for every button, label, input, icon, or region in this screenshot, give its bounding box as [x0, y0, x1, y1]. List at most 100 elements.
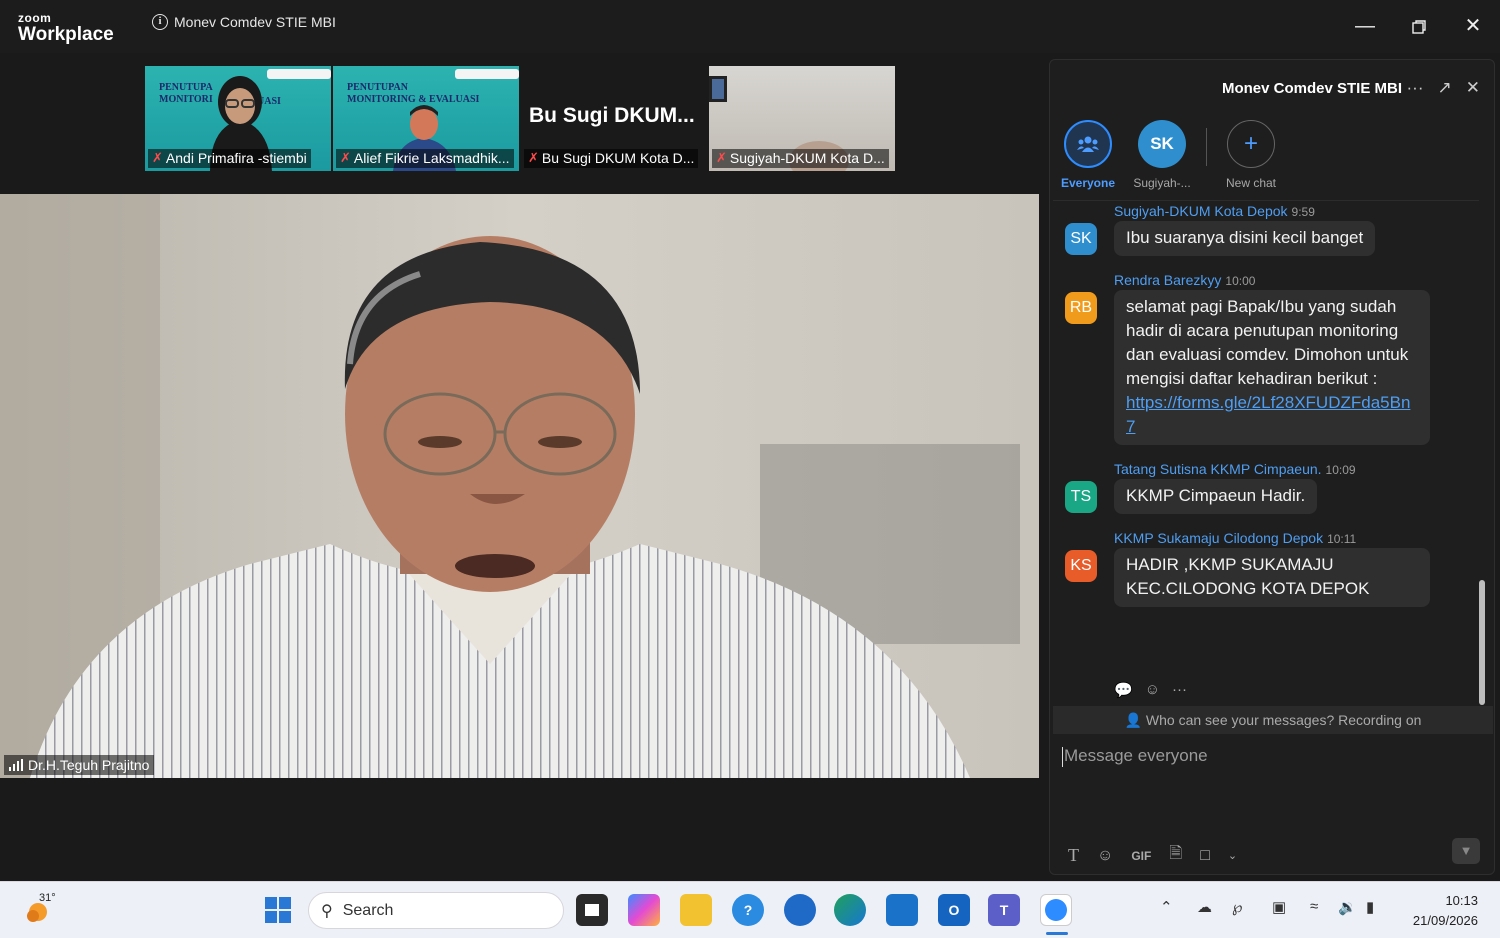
restore-icon[interactable]: [1405, 14, 1433, 40]
video-thumbnail[interactable]: Bu Sugi DKUM... ✗ Bu Sugi DKUM Kota D...: [521, 66, 707, 171]
meeting-title: Monev Comdev STIE MBI: [174, 14, 336, 30]
outlook-icon[interactable]: O: [938, 894, 970, 926]
recipient-sugiyah[interactable]: SK Sugiyah-...: [1132, 120, 1192, 190]
form-link[interactable]: https://forms.gle/2Lf28XFUDZFda5Bn7: [1126, 393, 1410, 436]
video-thumbnail[interactable]: PENUTUPA MONITORI UASI ✗ Andi Primafira -…: [145, 66, 331, 171]
battery-icon[interactable]: ▮: [1366, 898, 1374, 916]
speaker-video-frame: [0, 194, 1039, 778]
file-explorer-icon[interactable]: [680, 894, 712, 926]
message-input[interactable]: Message everyone: [1062, 746, 1208, 767]
file-icon[interactable]: 🗎: [1169, 842, 1182, 869]
avatar: SK: [1138, 120, 1186, 168]
message-time: 9:59: [1291, 205, 1315, 219]
people-icon: [1064, 120, 1112, 168]
message-actions: 💬 ☺ ···: [1114, 681, 1187, 699]
edge-icon[interactable]: [834, 894, 866, 926]
beta-app-icon[interactable]: [784, 894, 816, 926]
screenshot-icon[interactable]: □: [1200, 847, 1210, 865]
active-indicator: [1046, 932, 1068, 935]
chat-scrollbar[interactable]: [1478, 200, 1486, 705]
chevron-up-icon[interactable]: ⌃: [1160, 898, 1173, 916]
recipient-everyone[interactable]: Everyone: [1058, 120, 1118, 190]
weather-icon[interactable]: 31°: [22, 892, 56, 926]
close-icon[interactable]: ✕: [1459, 14, 1487, 40]
message-header: Rendra Barezkyy 10:00: [1114, 270, 1479, 288]
thumbnail-strip: PENUTUPA MONITORI UASI ✗ Andi Primafira -…: [145, 66, 895, 171]
volume-icon[interactable]: 🔉: [1338, 898, 1357, 916]
mic-muted-icon: ✗: [152, 150, 163, 165]
privacy-notice[interactable]: 👤 Who can see your messages? Recording o…: [1053, 706, 1493, 734]
message-bubble: HADIR ,KKMP SUKAMAJU KEC.CILODONG KOTA D…: [1114, 548, 1430, 607]
store-icon[interactable]: [886, 894, 918, 926]
copilot-icon[interactable]: [628, 894, 660, 926]
message-time: 10:11: [1327, 532, 1357, 546]
more-options-icon[interactable]: ···: [1407, 78, 1424, 98]
taskbar: 31° ⚲ Search ? O T ⌃ ☁ ℘ ▣ ≈ 🔉 ▮ 10:13 2…: [0, 881, 1500, 938]
participant-name: ✗ Andi Primafira -stiembi: [148, 149, 311, 168]
brand-big: Workplace: [18, 24, 114, 45]
gif-button[interactable]: GIF: [1131, 849, 1151, 863]
sender-name[interactable]: Sugiyah-DKUM Kota Depok: [1114, 203, 1288, 219]
scrollbar-thumb[interactable]: [1479, 580, 1485, 705]
chat-header-actions: ··· ↗ ✕: [1407, 78, 1480, 98]
minimize-icon[interactable]: —: [1351, 14, 1379, 40]
zoom-taskbar-icon[interactable]: [1040, 894, 1072, 926]
task-view-icon[interactable]: [576, 894, 608, 926]
teams-icon[interactable]: T: [988, 894, 1020, 926]
emoji-icon[interactable]: ☺: [1097, 847, 1113, 865]
onedrive-icon[interactable]: ☁: [1197, 898, 1212, 916]
participant-name: ✗ Bu Sugi DKUM Kota D...: [524, 149, 699, 168]
system-clock[interactable]: 10:13 21/09/2026: [1413, 891, 1478, 931]
message-header: Sugiyah-DKUM Kota Depok 9:59: [1114, 201, 1479, 219]
chat-message: KKMP Sukamaju Cilodong Depok 10:11 KS HAD…: [1065, 528, 1479, 607]
language-icon[interactable]: ℘: [1232, 898, 1242, 916]
video-thumbnail[interactable]: ✗ Sugiyah-DKUM Kota D...: [709, 66, 895, 171]
mic-muted-icon: ✗: [340, 150, 351, 165]
chat-title: Monev Comdev STIE MBI: [1221, 80, 1402, 97]
new-chat-button[interactable]: + New chat: [1221, 120, 1281, 190]
chevron-down-icon[interactable]: ⌄: [1228, 849, 1237, 862]
video-thumbnail[interactable]: PENUTUPAN MONITORING & EVALUASI ✗ Alief F…: [333, 66, 519, 171]
info-icon[interactable]: i: [152, 14, 168, 30]
sender-name[interactable]: Rendra Barezkyy: [1114, 272, 1221, 288]
avatar: KS: [1065, 550, 1097, 582]
message-header: KKMP Sukamaju Cilodong Depok 10:11: [1114, 528, 1479, 546]
meeting-info[interactable]: i Monev Comdev STIE MBI: [152, 14, 336, 30]
avatar-name-large: Bu Sugi DKUM...: [529, 104, 695, 127]
search-label: Search: [342, 901, 394, 919]
active-speaker-video[interactable]: Dr.H.Teguh Prajitno: [0, 194, 1039, 778]
display-icon[interactable]: ▣: [1272, 898, 1286, 916]
clock-date: 21/09/2026: [1412, 913, 1478, 928]
windows-start-icon[interactable]: [262, 894, 294, 926]
message-list[interactable]: Sugiyah-DKUM Kota Depok 9:59 SK Ibu suara…: [1053, 200, 1479, 705]
message-header: Tatang Sutisna KKMP Cimpaeun. 10:09: [1114, 459, 1479, 477]
plus-icon: +: [1227, 120, 1275, 168]
divider: [1206, 128, 1207, 166]
avatar: RB: [1065, 292, 1097, 324]
sender-name[interactable]: KKMP Sukamaju Cilodong Depok: [1114, 530, 1323, 546]
avatar: SK: [1065, 223, 1097, 255]
reply-icon[interactable]: 💬: [1114, 681, 1133, 699]
chat-message: Tatang Sutisna KKMP Cimpaeun. 10:09 TS KK…: [1065, 459, 1479, 514]
send-button[interactable]: ▼: [1452, 838, 1480, 864]
sender-name[interactable]: Tatang Sutisna KKMP Cimpaeun.: [1114, 461, 1322, 477]
message-time: 10:09: [1325, 463, 1356, 477]
text-format-icon[interactable]: T: [1068, 845, 1079, 866]
recipient-selector: Everyone SK Sugiyah-... + New chat: [1058, 120, 1281, 190]
avatar: TS: [1065, 481, 1097, 513]
recipient-label: Sugiyah-...: [1133, 176, 1191, 190]
close-chat-icon[interactable]: ✕: [1466, 78, 1480, 98]
compose-toolbar: T ☺ GIF 🗎 □ ⌄: [1068, 842, 1237, 869]
taskbar-search[interactable]: ⚲ Search: [308, 892, 564, 929]
wifi-icon[interactable]: ≈: [1310, 898, 1318, 915]
popout-icon[interactable]: ↗: [1438, 78, 1452, 98]
message-bubble: selamat pagi Bapak/Ibu yang sudah hadir …: [1114, 290, 1430, 445]
help-icon[interactable]: ?: [732, 894, 764, 926]
more-icon[interactable]: ···: [1172, 681, 1187, 699]
add-reaction-icon[interactable]: ☺: [1145, 681, 1160, 699]
recipient-label: Everyone: [1060, 176, 1116, 190]
chat-panel: Monev Comdev STIE MBI ··· ↗ ✕ Everyone S…: [1049, 59, 1495, 875]
search-icon: ⚲: [321, 902, 333, 920]
send-icon: ▼: [1459, 843, 1473, 858]
zoom-logo: zoom Workplace: [18, 12, 114, 44]
